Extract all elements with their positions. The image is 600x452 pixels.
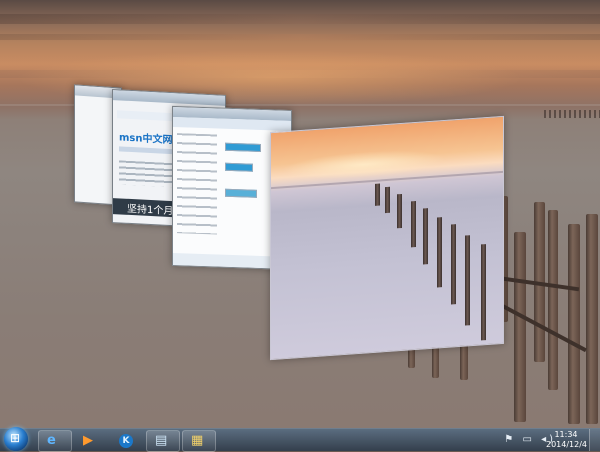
photo-pier-post	[385, 186, 390, 214]
clock-time: 11:34	[554, 430, 578, 439]
taskbar-internet-explorer[interactable]: e	[38, 430, 72, 452]
photo-pier-post	[375, 183, 380, 206]
msn-headline	[119, 146, 179, 155]
explorer-nav-pane	[177, 133, 217, 235]
photo-pier-post	[423, 208, 428, 265]
taskbar-k-app[interactable]: K	[110, 430, 144, 452]
cloud-band	[0, 14, 600, 24]
pier-post	[548, 210, 558, 390]
msn-logo: msn中文网	[119, 132, 173, 147]
photo-pier-post	[397, 193, 402, 229]
windows-logo-icon: ⊞	[10, 431, 21, 445]
computer-icon: ▤	[155, 433, 168, 448]
photo-pier-post	[481, 244, 486, 341]
clock-date: 2014/12/4	[546, 440, 588, 449]
media-player-icon: ▶	[83, 433, 93, 448]
photo-pier-post	[437, 217, 442, 288]
drive-usage-bar	[225, 142, 261, 153]
taskbar-network-computer[interactable]: ▤	[146, 430, 180, 452]
taskbar-media-player[interactable]: ▶	[74, 430, 108, 452]
photo-pier-post	[451, 224, 456, 305]
start-button[interactable]: ⊞	[4, 427, 28, 451]
pier-post	[586, 214, 598, 424]
distant-pier	[544, 110, 600, 118]
photo-sunrise	[271, 136, 503, 184]
folder-icon: ▦	[191, 433, 204, 448]
photo-pier-post	[411, 200, 416, 248]
show-desktop-button[interactable]	[589, 429, 600, 451]
pier-post	[514, 232, 526, 422]
drive-usage-bar	[225, 162, 253, 172]
taskbar-file-explorer[interactable]: ▦	[182, 430, 216, 452]
photo-pier-post	[465, 235, 470, 326]
k-app-icon: K	[119, 434, 133, 448]
photo-viewer-window[interactable]	[270, 115, 504, 361]
taskbar: ⊞ e ▶ K ▤ ▦ ⚑ ▭ ◂) 11:34 2014/12/4	[0, 427, 600, 452]
drive-usage-bar	[225, 188, 257, 198]
internet-explorer-icon: e	[47, 433, 56, 448]
taskbar-clock[interactable]: 11:34 2014/12/4	[546, 430, 588, 450]
pier-post	[568, 224, 580, 424]
